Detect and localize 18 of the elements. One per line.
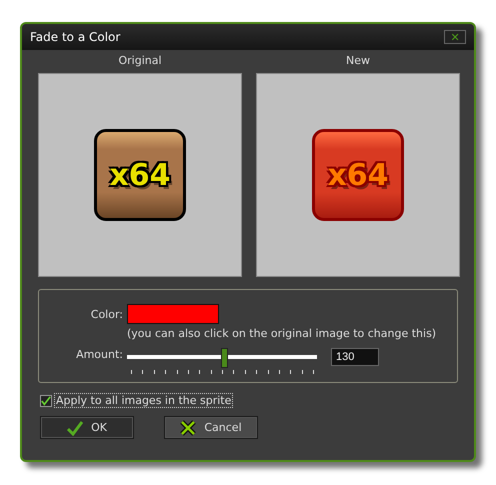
checkbox-label[interactable]: Apply to all images in the sprite	[54, 393, 234, 408]
sprite-tile: x64	[312, 129, 404, 221]
color-swatch[interactable]	[127, 304, 219, 324]
color-label: Color:	[90, 308, 123, 320]
sprite-tile: x64	[94, 129, 186, 221]
cancel-button[interactable]: Cancel	[164, 416, 258, 439]
amount-field[interactable]: 130	[331, 348, 379, 366]
close-button[interactable]: ✕	[444, 30, 466, 44]
cross-icon	[180, 420, 196, 436]
ok-button[interactable]: OK	[40, 416, 134, 439]
slider-thumb[interactable]	[220, 348, 228, 368]
hint-text: (you can also click on the original image to change this)	[127, 327, 438, 340]
checkbox[interactable]	[40, 394, 52, 406]
window-title: Fade to a Color	[30, 30, 120, 44]
preview-label: Original	[118, 54, 162, 67]
preview-label: New	[346, 54, 370, 67]
amount-label: Amount:	[75, 348, 123, 361]
checkmark-icon	[67, 420, 84, 436]
